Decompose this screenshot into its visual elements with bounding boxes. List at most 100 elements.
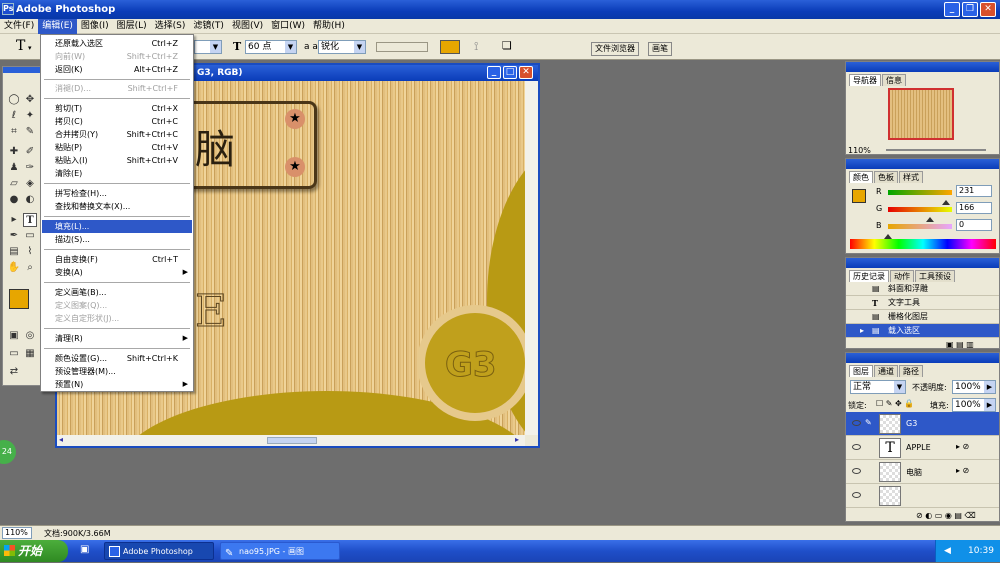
text-tool-icon[interactable]: T [16,38,25,54]
opacity-field[interactable]: 100% ▶ [952,380,996,394]
history-item-current[interactable]: ▸ ▤ 载入选区 [846,324,999,338]
tab-brushes[interactable]: 画笔 [648,42,672,56]
edit-menu-item[interactable]: 定义画笔(B)... [42,286,192,299]
history-brush-icon[interactable]: ✑ [23,161,37,175]
navigator-zoom-slider[interactable] [886,149,986,151]
text-color-swatch[interactable] [440,40,460,54]
tab-info[interactable]: 信息 [882,74,906,86]
jump-to-imageready-icon[interactable]: ⇄ [7,365,21,379]
healing-tool-icon[interactable]: ✚ [7,145,21,159]
edit-menu-item-fill[interactable]: 填充(L)... [42,220,192,233]
layer-row[interactable]: 电脑 ▸ ⊘ [846,460,999,484]
navigator-zoom[interactable]: 110% [848,146,871,155]
bucket-tool-icon[interactable]: ◈ [23,177,37,191]
eyedropper-icon[interactable]: ⌇ [23,245,37,259]
history-buttons[interactable]: ▣ ▤ ▥ [946,340,974,349]
edit-menu-item[interactable]: 清除(E) [42,167,192,180]
edit-menu-item[interactable]: 合并拷贝(Y) Shift+Ctrl+C [42,128,192,141]
magic-wand-icon[interactable]: ✦ [23,109,37,123]
standard-mode-icon[interactable]: ▣ [7,329,21,343]
edit-menu-item[interactable]: 预置(N) ▶ [42,378,192,391]
scroll-left-icon[interactable]: ◂ [59,435,63,444]
document-vertical-scrollbar[interactable] [525,81,538,435]
crop-tool-icon[interactable]: ⌗ [7,125,21,139]
zoom-tool-icon[interactable]: ⌕ [23,261,37,275]
blend-mode-select[interactable]: 正常 ▼ [850,380,906,394]
g-value[interactable]: 166 [956,202,992,214]
task-photoshop[interactable]: Adobe Photoshop [104,542,214,560]
doc-maximize-button[interactable]: □ [503,66,517,79]
edit-menu-item[interactable]: 消褪(D)... Shift+Ctrl+F [42,82,192,95]
edit-menu-item[interactable]: 还原载入选区 Ctrl+Z [42,37,192,50]
edit-menu-item[interactable]: 预设管理器(M)... [42,365,192,378]
quicklaunch-desktop-icon[interactable]: ▣ [80,544,89,555]
tab-color[interactable]: 颜色 [849,171,873,183]
tab-tool-presets[interactable]: 工具预设 [915,270,955,282]
font-style-select[interactable]: ▼ [194,40,222,54]
scroll-right-icon[interactable]: ▸ [515,435,519,444]
tab-actions[interactable]: 动作 [890,270,914,282]
edit-menu-item[interactable]: 剪切(T) Ctrl+X [42,102,192,115]
g-slider-thumb[interactable] [925,213,934,222]
layer-row-selected[interactable]: ✎ G3 [846,412,999,436]
antialias-select[interactable]: 锐化 ▼ [318,40,366,54]
eraser-tool-icon[interactable]: ▱ [7,177,21,191]
menu-edit[interactable]: 编辑(E) [38,19,77,34]
edit-menu-item[interactable]: 颜色设置(G)... Shift+Ctrl+K [42,352,192,365]
slice-tool-icon[interactable]: ✎ [23,125,37,139]
path-select-icon[interactable]: ▸ [7,213,21,227]
blur-tool-icon[interactable]: ● [7,193,21,207]
r-slider[interactable] [888,190,952,195]
tab-styles[interactable]: 样式 [899,171,923,183]
warp-text-icon[interactable]: ⟟ [474,39,478,54]
doc-minimize-button[interactable]: _ [487,66,501,79]
layer-row[interactable] [846,484,999,508]
menu-help[interactable]: 帮助(H) [309,19,349,34]
navigator-preview[interactable] [888,88,954,140]
tab-history[interactable]: 历史记录 [849,270,889,282]
history-item[interactable]: ▤ 栅格化图层 [846,310,999,324]
palettes-icon[interactable]: ❏ [502,39,512,52]
color-fg-swatch[interactable] [852,189,866,203]
fullscreen-mode-icon[interactable]: ▦ [23,347,37,361]
color-ramp[interactable] [850,239,996,249]
menu-view[interactable]: 视图(V) [228,19,267,34]
restore-button[interactable]: ❐ [962,2,978,17]
edit-menu-item[interactable]: 向前(W) Shift+Ctrl+Z [42,50,192,63]
tab-file-browser[interactable]: 文件浏览器 [591,42,639,56]
start-button[interactable]: 开始 [0,540,68,562]
edit-menu-item[interactable]: 返回(K) Alt+Ctrl+Z [42,63,192,76]
shape-tool-icon[interactable]: ▭ [23,229,37,243]
font-size-select[interactable]: 60 点 ▼ [245,40,297,54]
marquee-tool-icon[interactable]: ◯ [7,93,21,107]
b-slider-thumb[interactable] [884,230,892,239]
lock-icons[interactable]: ☐ ✎ ✥ 🔒 [876,399,914,408]
menu-image[interactable]: 图像(I) [77,19,113,34]
edit-menu-item[interactable]: 粘贴入(I) Shift+Ctrl+V [42,154,192,167]
dodge-tool-icon[interactable]: ◐ [23,193,37,207]
edit-menu-item[interactable]: 查找和替换文本(X)... [42,200,192,213]
foreground-color-swatch[interactable] [9,289,29,309]
edit-menu-item[interactable]: 定义自定形状(J)... [42,312,192,325]
edit-menu-item[interactable]: 描边(S)... [42,233,192,246]
screen-mode-icon[interactable]: ▭ [7,347,21,361]
b-value[interactable]: 0 [956,219,992,231]
volume-icon[interactable]: ◀ [944,540,951,562]
doc-close-button[interactable]: ✕ [519,66,533,79]
g-slider[interactable] [888,207,952,212]
tool-preset-arrow-icon[interactable]: ▾ [28,44,32,52]
document-horizontal-scrollbar[interactable]: ◂ ▸ [57,435,525,446]
menu-file[interactable]: 文件(F) [0,19,38,34]
notes-tool-icon[interactable]: ▤ [7,245,21,259]
brush-tool-icon[interactable]: ✐ [23,145,37,159]
stamp-tool-icon[interactable]: ♟ [7,161,21,175]
align-buttons[interactable] [376,42,428,52]
edit-menu-item[interactable]: 拼写检查(H)... [42,187,192,200]
minimize-button[interactable]: _ [944,2,960,17]
edit-menu-item[interactable]: 定义图案(Q)... [42,299,192,312]
text-tool-button-icon[interactable]: T [23,213,37,227]
horizontal-scroll-thumb[interactable] [267,437,317,444]
edit-menu-item[interactable]: 变换(A) ▶ [42,266,192,279]
r-slider-thumb[interactable] [941,196,950,205]
menu-layer[interactable]: 图层(L) [113,19,151,34]
